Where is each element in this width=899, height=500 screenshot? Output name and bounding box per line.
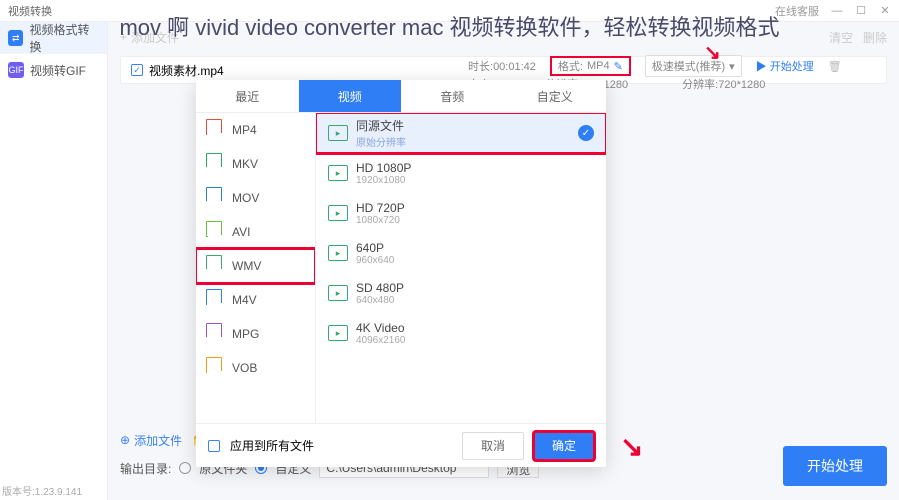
format-item-m4v[interactable]: M4VM4V [196, 283, 315, 317]
format-item-mpg[interactable]: MPGMPG [196, 317, 315, 351]
apply-all-checkbox[interactable] [208, 440, 220, 452]
file-checkbox[interactable] [131, 64, 143, 76]
resolution-item[interactable]: ▸HD 720P1080x720 [316, 193, 606, 233]
file-icon: MPG [206, 323, 224, 345]
window-title: 视频转换 [8, 3, 52, 19]
file-icon: M4V [206, 289, 224, 311]
start-link[interactable]: ▶ 开始处理 [756, 58, 814, 74]
minimize-icon[interactable]: — [831, 5, 843, 17]
video-icon: ▸ [328, 125, 348, 141]
sidebar-item-label: 视频转GIF [30, 62, 86, 79]
file-icon: MKV [206, 153, 224, 175]
format-item-vob[interactable]: VOBVOB [196, 351, 315, 385]
tab-recent[interactable]: 最近 [196, 80, 299, 112]
tab-video[interactable]: 视频 [299, 80, 402, 112]
resolution-item[interactable]: ▸SD 480P640x480 [316, 273, 606, 313]
resolution-item[interactable]: ▸4K Video4096x2160 [316, 313, 606, 353]
convert-icon: ⇄ [8, 30, 23, 46]
video-icon: ▸ [328, 325, 348, 341]
file-icon: WMV [206, 255, 224, 277]
video-icon: ▸ [328, 205, 348, 221]
file-icon: MP4 [206, 119, 224, 141]
format-item-mp4[interactable]: MP4MP4 [196, 113, 315, 147]
online-service-link[interactable]: 在线客服 [775, 3, 819, 19]
sidebar-item-gif[interactable]: GIF 视频转GIF [0, 54, 107, 86]
delete-button[interactable]: 删除 [863, 29, 887, 46]
file-icon: AVI [206, 221, 224, 243]
speed-mode-select[interactable]: 极速模式(推荐) ▾ [645, 55, 742, 77]
ok-button[interactable]: 确定 [534, 432, 594, 460]
sidebar-item-label: 视频格式转换 [29, 21, 99, 55]
format-selector[interactable]: 格式: MP4 ✎ [550, 56, 631, 76]
delete-file-icon[interactable]: 🗑 [828, 60, 842, 73]
format-item-wmv[interactable]: WMVWMV [196, 249, 315, 283]
cancel-button[interactable]: 取消 [462, 432, 524, 460]
gif-icon: GIF [8, 62, 24, 78]
resolution-item[interactable]: ▸640P960x640 [316, 233, 606, 273]
video-icon: ▸ [328, 165, 348, 181]
file-icon: MOV [206, 187, 224, 209]
check-icon: ✓ [578, 125, 594, 141]
format-item-mov[interactable]: MOVMOV [196, 181, 315, 215]
radio-original-folder[interactable] [179, 462, 191, 474]
annotation-arrow-icon: ↘ [704, 40, 721, 65]
video-icon: ▸ [328, 245, 348, 261]
clear-button[interactable]: 清空 [829, 29, 853, 46]
annotation-arrow-icon: ↘ [620, 430, 643, 463]
edit-icon: ✎ [614, 60, 623, 73]
apply-all-label: 应用到所有文件 [230, 437, 314, 454]
file-icon: VOB [206, 357, 224, 379]
version-label: 版本号:1.23.9.141 [2, 483, 82, 498]
format-item-mkv[interactable]: MKVMKV [196, 147, 315, 181]
output-label: 输出目录: [120, 460, 171, 477]
format-popup: 最近 视频 音频 自定义 MP4MP4MKVMKVMOVMOVAVIAVIWMV… [196, 80, 606, 467]
tab-audio[interactable]: 音频 [401, 80, 504, 112]
maximize-icon[interactable]: ☐ [855, 5, 867, 17]
video-icon: ▸ [328, 285, 348, 301]
tab-custom[interactable]: 自定义 [504, 80, 607, 112]
add-file-link[interactable]: ⊕添加文件 [120, 432, 182, 449]
sidebar-item-convert[interactable]: ⇄ 视频格式转换 [0, 22, 107, 54]
resolution-item[interactable]: ▸HD 1080P1920x1080 [316, 153, 606, 193]
plus-circle-icon: ⊕ [120, 433, 130, 447]
format-item-avi[interactable]: AVIAVI [196, 215, 315, 249]
resolution-item[interactable]: ▸同源文件原始分辨率✓ [316, 113, 606, 153]
watermark-text: mov 啊 vivid video converter mac 视频转换软件，轻… [119, 10, 779, 42]
file-name: 视频素材.mp4 [149, 62, 224, 79]
start-processing-button[interactable]: 开始处理 [783, 446, 887, 486]
chevron-down-icon: ▾ [729, 60, 735, 73]
close-icon[interactable]: ✕ [879, 5, 891, 17]
